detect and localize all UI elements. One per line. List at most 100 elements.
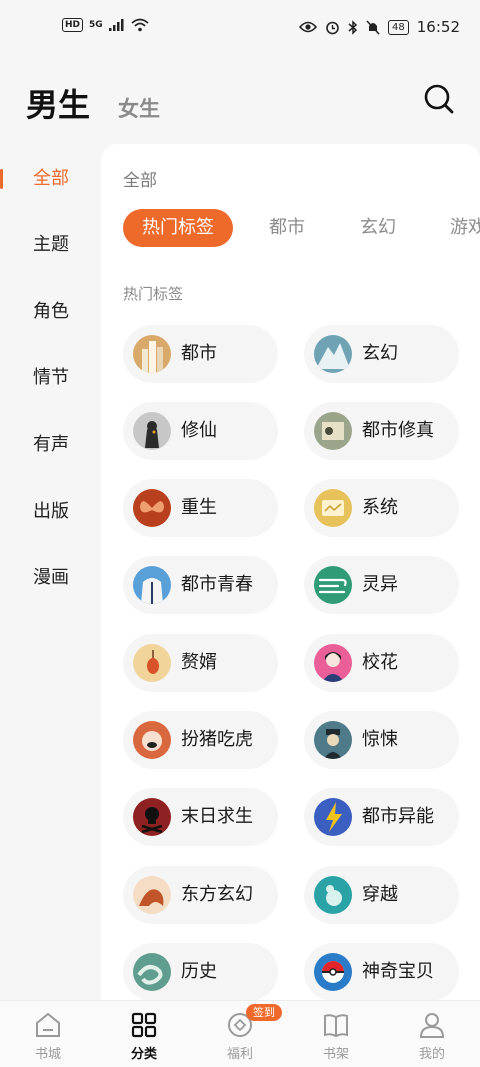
tag-item[interactable]: 都市异能 bbox=[304, 788, 459, 846]
dragon-icon bbox=[133, 876, 171, 914]
tag-item[interactable]: 都市青春 bbox=[123, 556, 278, 614]
clock: 16:52 bbox=[416, 18, 460, 36]
category-grid-icon bbox=[131, 1012, 157, 1038]
tag-label: 校花 bbox=[362, 652, 398, 673]
tag-item[interactable]: 扮猪吃虎 bbox=[123, 711, 278, 769]
category-panel: 全部 热门标签 都市 玄幻 游戏 热门标签 都市 玄幻 修仙 都市修真 重生 系… bbox=[101, 144, 480, 1004]
checkin-badge[interactable]: 签到 bbox=[246, 1004, 282, 1021]
tab-label: 分类 bbox=[130, 1047, 157, 1062]
tag-item[interactable]: 穿越 bbox=[304, 866, 459, 924]
tag-item[interactable]: 都市修真 bbox=[304, 402, 459, 460]
tag-item[interactable]: 惊悚 bbox=[304, 711, 459, 769]
bookstore-icon bbox=[36, 1012, 60, 1037]
tag-item[interactable]: 神奇宝贝 bbox=[304, 943, 459, 1001]
eye-icon bbox=[299, 21, 318, 33]
alarm-icon bbox=[326, 21, 339, 34]
side-item-label: 全部 bbox=[33, 168, 69, 189]
tag-label: 修仙 bbox=[181, 420, 217, 441]
tab-label: 福利 bbox=[226, 1047, 253, 1062]
tag-label: 都市异能 bbox=[362, 806, 434, 827]
tag-label: 系统 bbox=[362, 497, 398, 518]
bluetooth-icon bbox=[348, 19, 358, 35]
chip-hot-tags[interactable]: 热门标签 bbox=[123, 209, 233, 247]
tag-label: 惊悚 bbox=[362, 729, 398, 750]
jacket-icon bbox=[133, 566, 171, 604]
side-item-label: 有声 bbox=[33, 434, 69, 455]
tag-item[interactable]: 赘婿 bbox=[123, 634, 278, 692]
chip-game[interactable]: 游戏 bbox=[450, 209, 480, 247]
tab-bookshelf[interactable]: 书架 bbox=[288, 1001, 384, 1067]
tag-label: 扮猪吃虎 bbox=[181, 729, 253, 750]
swirl-icon bbox=[133, 953, 171, 991]
status-bar: HD 5G 48 16:52 bbox=[0, 0, 480, 60]
pokeball-icon bbox=[314, 953, 352, 991]
search-button[interactable] bbox=[422, 82, 456, 116]
side-item-label: 漫画 bbox=[33, 567, 69, 588]
tag-item[interactable]: 都市 bbox=[123, 325, 278, 383]
mountain-icon bbox=[314, 335, 352, 373]
bottom-tab-bar: 书城 分类 福利 书架 我的 bbox=[0, 1000, 480, 1067]
side-item-label: 角色 bbox=[33, 301, 69, 322]
side-item-label: 情节 bbox=[33, 367, 69, 388]
tab-profile[interactable]: 我的 bbox=[384, 1001, 480, 1067]
tag-item[interactable]: 末日求生 bbox=[123, 788, 278, 846]
pig-icon bbox=[133, 721, 171, 759]
mute-bell-icon bbox=[366, 19, 380, 35]
tag-label: 都市修真 bbox=[362, 420, 434, 441]
tag-label: 赘婿 bbox=[181, 652, 217, 673]
tag-label: 灵异 bbox=[362, 574, 398, 595]
male-tab[interactable]: 男生 bbox=[26, 80, 90, 126]
tag-item[interactable]: 修仙 bbox=[123, 402, 278, 460]
portal-icon bbox=[314, 876, 352, 914]
scroll-icon bbox=[314, 412, 352, 450]
immortal-figure-icon bbox=[133, 412, 171, 450]
side-item-audio[interactable]: 有声 bbox=[0, 425, 100, 465]
side-item-theme[interactable]: 主题 bbox=[0, 225, 100, 265]
tab-label: 书城 bbox=[34, 1047, 61, 1062]
tag-item[interactable]: 重生 bbox=[123, 479, 278, 537]
tag-label: 重生 bbox=[181, 497, 217, 518]
filter-chips: 热门标签 都市 玄幻 游戏 bbox=[123, 209, 480, 249]
side-item-plot[interactable]: 情节 bbox=[0, 358, 100, 398]
tag-label: 都市 bbox=[181, 343, 217, 364]
tag-item[interactable]: 东方玄幻 bbox=[123, 866, 278, 924]
tag-label: 都市青春 bbox=[181, 574, 253, 595]
active-indicator bbox=[0, 169, 3, 189]
tag-label: 玄幻 bbox=[362, 343, 398, 364]
side-item-all[interactable]: 全部 bbox=[0, 159, 100, 199]
tag-item[interactable]: 校花 bbox=[304, 634, 459, 692]
screen-icon bbox=[314, 489, 352, 527]
tag-label: 神奇宝贝 bbox=[362, 961, 434, 982]
side-item-label: 出版 bbox=[33, 501, 69, 522]
female-tab[interactable]: 女生 bbox=[118, 93, 160, 123]
battery-indicator: 48 bbox=[388, 19, 409, 35]
side-item-published[interactable]: 出版 bbox=[0, 492, 100, 532]
tag-label: 末日求生 bbox=[181, 806, 253, 827]
city-buildings-icon bbox=[133, 335, 171, 373]
tab-bookstore[interactable]: 书城 bbox=[0, 1001, 96, 1067]
tag-label: 穿越 bbox=[362, 884, 398, 905]
status-right: 48 16:52 bbox=[299, 18, 460, 36]
side-item-label: 主题 bbox=[33, 234, 69, 255]
tag-item[interactable]: 系统 bbox=[304, 479, 459, 537]
hd-badge: HD bbox=[62, 18, 84, 32]
profile-icon bbox=[419, 1013, 445, 1038]
side-item-comics[interactable]: 漫画 bbox=[0, 558, 100, 598]
section-label: 热门标签 bbox=[123, 285, 184, 303]
wifi-icon bbox=[131, 18, 149, 32]
tab-category[interactable]: 分类 bbox=[96, 1001, 192, 1067]
tag-item[interactable]: 灵异 bbox=[304, 556, 459, 614]
tag-item[interactable]: 历史 bbox=[123, 943, 278, 1001]
tag-label: 历史 bbox=[181, 961, 217, 982]
zombie-icon bbox=[314, 721, 352, 759]
girl-icon bbox=[314, 644, 352, 682]
tag-item[interactable]: 玄幻 bbox=[304, 325, 459, 383]
search-icon bbox=[424, 84, 454, 114]
status-left: HD 5G bbox=[62, 18, 149, 32]
chip-fantasy[interactable]: 玄幻 bbox=[360, 209, 396, 247]
chip-city[interactable]: 都市 bbox=[269, 209, 305, 247]
network-label: 5G bbox=[89, 20, 103, 30]
lantern-icon bbox=[133, 644, 171, 682]
skull-icon bbox=[133, 798, 171, 836]
side-item-character[interactable]: 角色 bbox=[0, 292, 100, 332]
